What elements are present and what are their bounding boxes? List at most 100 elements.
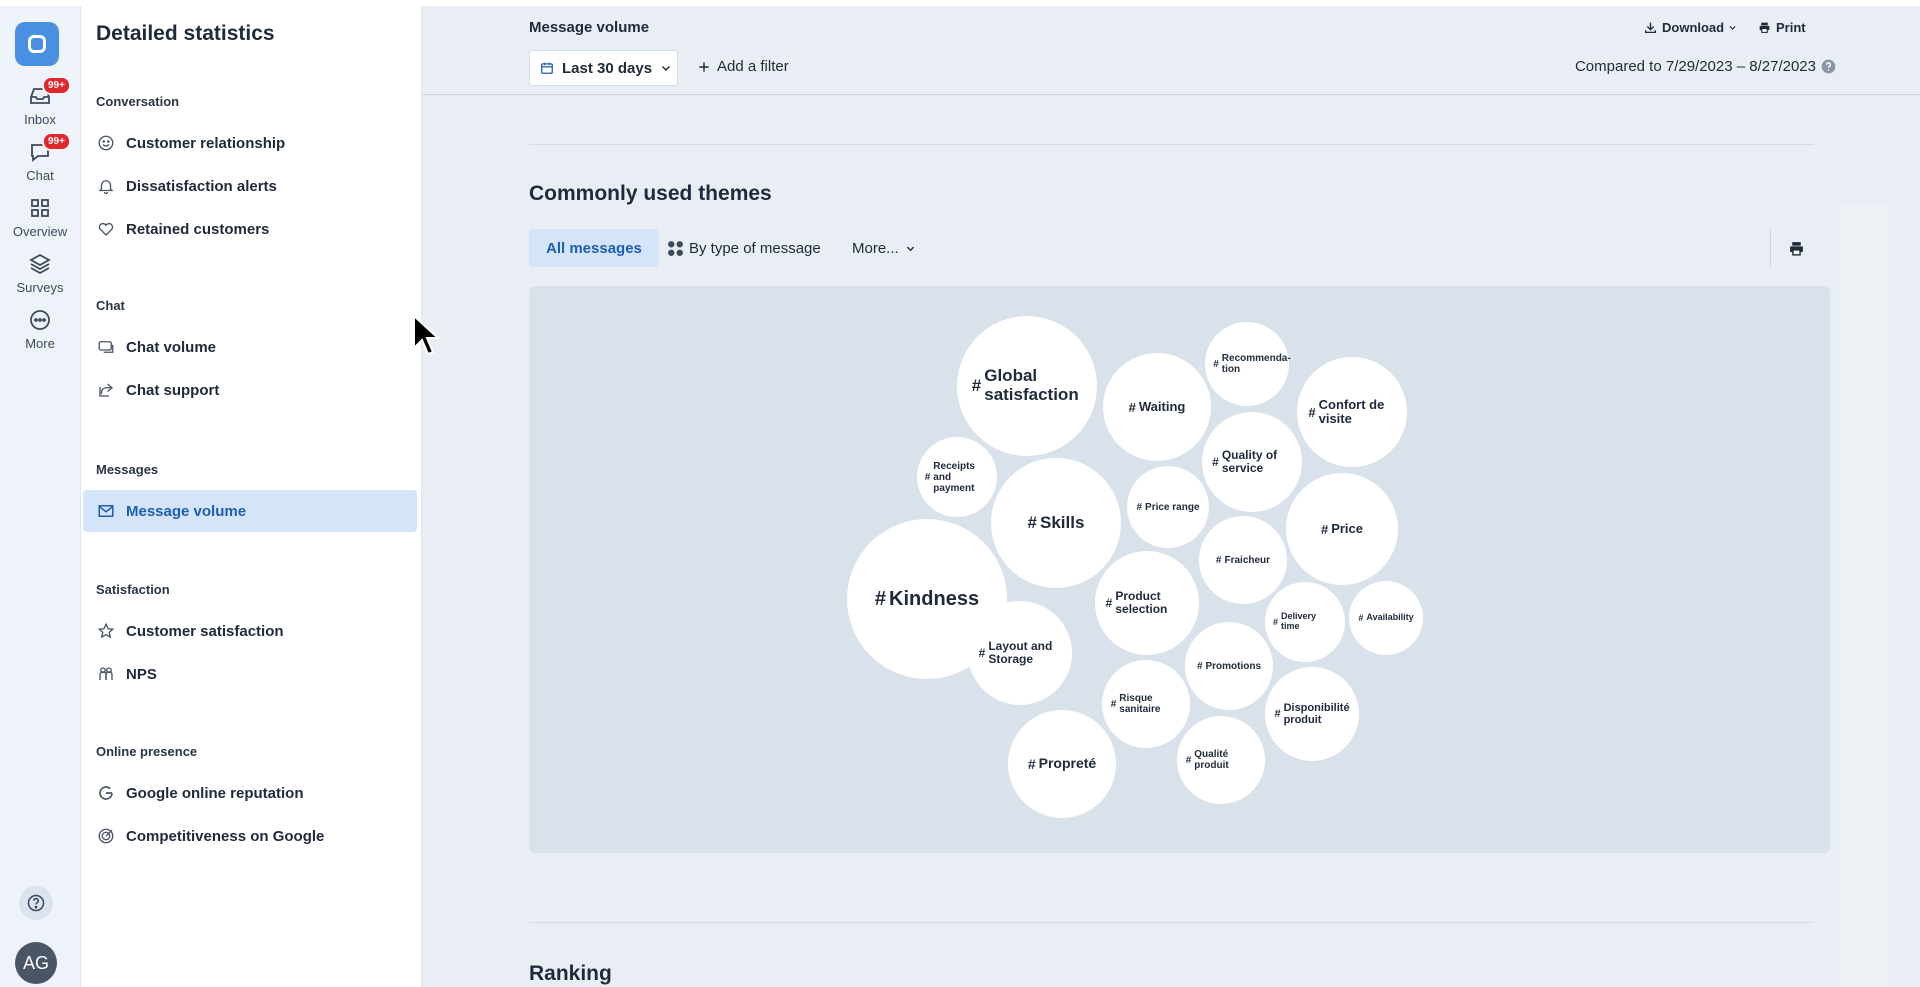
theme-bubble[interactable]: # Skills (991, 458, 1121, 588)
hashtag-icon: # (1105, 596, 1113, 610)
theme-bubble[interactable]: # Disponibilité produit (1265, 667, 1359, 761)
tab-label: By type of message (689, 239, 821, 257)
sidebar-item-dissatisfaction-alerts[interactable]: Dissatisfaction alerts (83, 165, 417, 207)
help-circle-icon[interactable] (1821, 59, 1836, 74)
scrollbar[interactable] (1840, 205, 1888, 987)
theme-label: Promotions (1205, 660, 1262, 672)
download-label: Download (1662, 20, 1725, 35)
theme-label: Quality of service (1221, 447, 1278, 475)
hashtag-icon: # (1212, 455, 1219, 469)
sidebar-item-label: Customer relationship (126, 134, 286, 152)
sidebar-item-chat-volume[interactable]: Chat volume (83, 326, 417, 368)
help-button[interactable] (19, 886, 53, 920)
theme-label: Delivery time (1281, 611, 1317, 631)
theme-bubble[interactable]: # Recommenda-tion (1205, 322, 1291, 406)
theme-bubble[interactable]: # Delivery time (1265, 582, 1345, 662)
sidebar-item-label: Chat support (126, 381, 220, 399)
more-dots-icon (30, 310, 50, 330)
ranking-title: Ranking (529, 962, 612, 985)
sidebar-item-chat-support[interactable]: Chat support (83, 369, 417, 411)
heart-hand-icon (96, 219, 116, 239)
themes-title: Commonly used themes (529, 182, 772, 205)
people-icon (96, 664, 116, 684)
rail-chat[interactable]: 99+ Chat (0, 132, 80, 200)
theme-label: Propreté (1038, 755, 1097, 772)
sidebar-item-google-online-reputation[interactable]: Google online reputation (83, 772, 417, 814)
sidebar-item-nps[interactable]: NPS (83, 653, 417, 695)
sidebar-item-retained-customers[interactable]: Retained customers (83, 208, 417, 250)
section-chat: Chat (96, 298, 125, 313)
theme-label: Kindness (889, 588, 980, 610)
hashtag-icon: # (1110, 698, 1117, 710)
section-satisfaction: Satisfaction (96, 582, 170, 597)
theme-label: Qualité produit (1194, 749, 1229, 771)
section-divider (529, 144, 1814, 145)
tab-label: More... (852, 239, 899, 257)
theme-label: Waiting (1138, 398, 1186, 414)
stats-sidebar: Detailed statistics Conversation Custome… (81, 6, 422, 987)
hashtag-icon: # (1308, 404, 1316, 420)
theme-bubble[interactable]: # Receipts and payment (917, 437, 997, 517)
theme-label: Fraicheur (1224, 554, 1271, 566)
theme-bubble[interactable]: # Fraicheur (1199, 516, 1287, 604)
sidebar-item-message-volume[interactable]: Message volume (83, 490, 417, 532)
star-icon (96, 621, 116, 641)
theme-bubble[interactable]: # Qualité produit (1177, 716, 1265, 804)
target-icon (96, 826, 116, 846)
avatar[interactable]: AG (15, 942, 57, 984)
theme-label: Confort de visite (1318, 396, 1385, 426)
theme-bubble[interactable]: # Price (1286, 473, 1398, 585)
theme-bubble[interactable]: # Waiting (1103, 353, 1211, 461)
add-filter-button[interactable]: Add a filter (697, 58, 789, 75)
tab-by-type-of-message[interactable]: By type of message (667, 229, 821, 267)
print-chart-button[interactable] (1770, 229, 1821, 267)
tab-more[interactable]: More... (852, 229, 916, 267)
sidebar-item-competitiveness-on-google[interactable]: Competitiveness on Google (83, 815, 417, 857)
theme-bubble[interactable]: # Availability (1349, 581, 1423, 655)
print-button[interactable]: Print (1758, 20, 1806, 35)
sidebar-item-label: Google online reputation (126, 784, 304, 802)
rail-surveys[interactable]: Surveys (0, 252, 80, 312)
theme-label: Recommenda-tion (1221, 353, 1291, 375)
tab-all-messages[interactable]: All messages (529, 229, 659, 267)
printer-icon (1759, 22, 1770, 33)
theme-bubble[interactable]: # Layout and Storage (968, 601, 1072, 705)
rail-chat-label: Chat (26, 168, 54, 183)
download-icon (1644, 22, 1657, 34)
sidebar-item-label: Dissatisfaction alerts (126, 177, 277, 195)
theme-bubble[interactable]: # Product selection (1095, 551, 1199, 655)
theme-bubble[interactable]: # Quality of service (1202, 412, 1302, 512)
hashtag-icon: # (1027, 756, 1036, 772)
theme-bubble[interactable]: # Price range (1127, 466, 1209, 548)
hashtag-icon: # (1274, 708, 1281, 720)
google-icon (96, 783, 116, 803)
theme-bubble[interactable]: # Promotions (1185, 622, 1273, 710)
rail-overview[interactable]: Overview (0, 196, 80, 256)
hashtag-icon: # (1215, 554, 1222, 566)
chevron-down-icon (906, 246, 914, 251)
hashtag-icon: # (978, 646, 986, 660)
hashtag-icon: # (924, 471, 931, 483)
date-range-picker[interactable]: Last 30 days (529, 50, 678, 86)
app-logo[interactable] (15, 22, 59, 66)
theme-bubble[interactable]: # Global satisfaction (957, 316, 1097, 456)
hashtag-icon: # (1213, 358, 1219, 370)
section-messages: Messages (96, 462, 159, 477)
theme-label: Global satisfaction (984, 366, 1079, 404)
sidebar-item-customer-satisfaction[interactable]: Customer satisfaction (83, 610, 417, 652)
dots-grid-icon (668, 240, 683, 256)
envelope-icon (96, 501, 116, 521)
theme-label: Layout and Storage (988, 638, 1053, 666)
theme-bubble[interactable]: # Propreté (1008, 710, 1116, 818)
download-button[interactable]: Download (1644, 20, 1737, 35)
date-range-label: Last 30 days (562, 59, 653, 77)
sidebar-item-customer-relationship[interactable]: Customer relationship (83, 122, 417, 164)
comparison-period: Compared to 7/29/2023 – 8/27/2023 (1542, 58, 1836, 75)
rail-more[interactable]: More (0, 308, 80, 368)
theme-bubble[interactable]: # Risque sanitaire (1102, 660, 1190, 748)
theme-bubble[interactable]: # Confort de visite (1297, 357, 1407, 467)
calendar-icon (541, 62, 553, 74)
question-icon (27, 894, 45, 912)
page-header: Message volume Last 30 days Add a filter… (422, 6, 1920, 95)
hashtag-icon: # (1320, 521, 1329, 537)
